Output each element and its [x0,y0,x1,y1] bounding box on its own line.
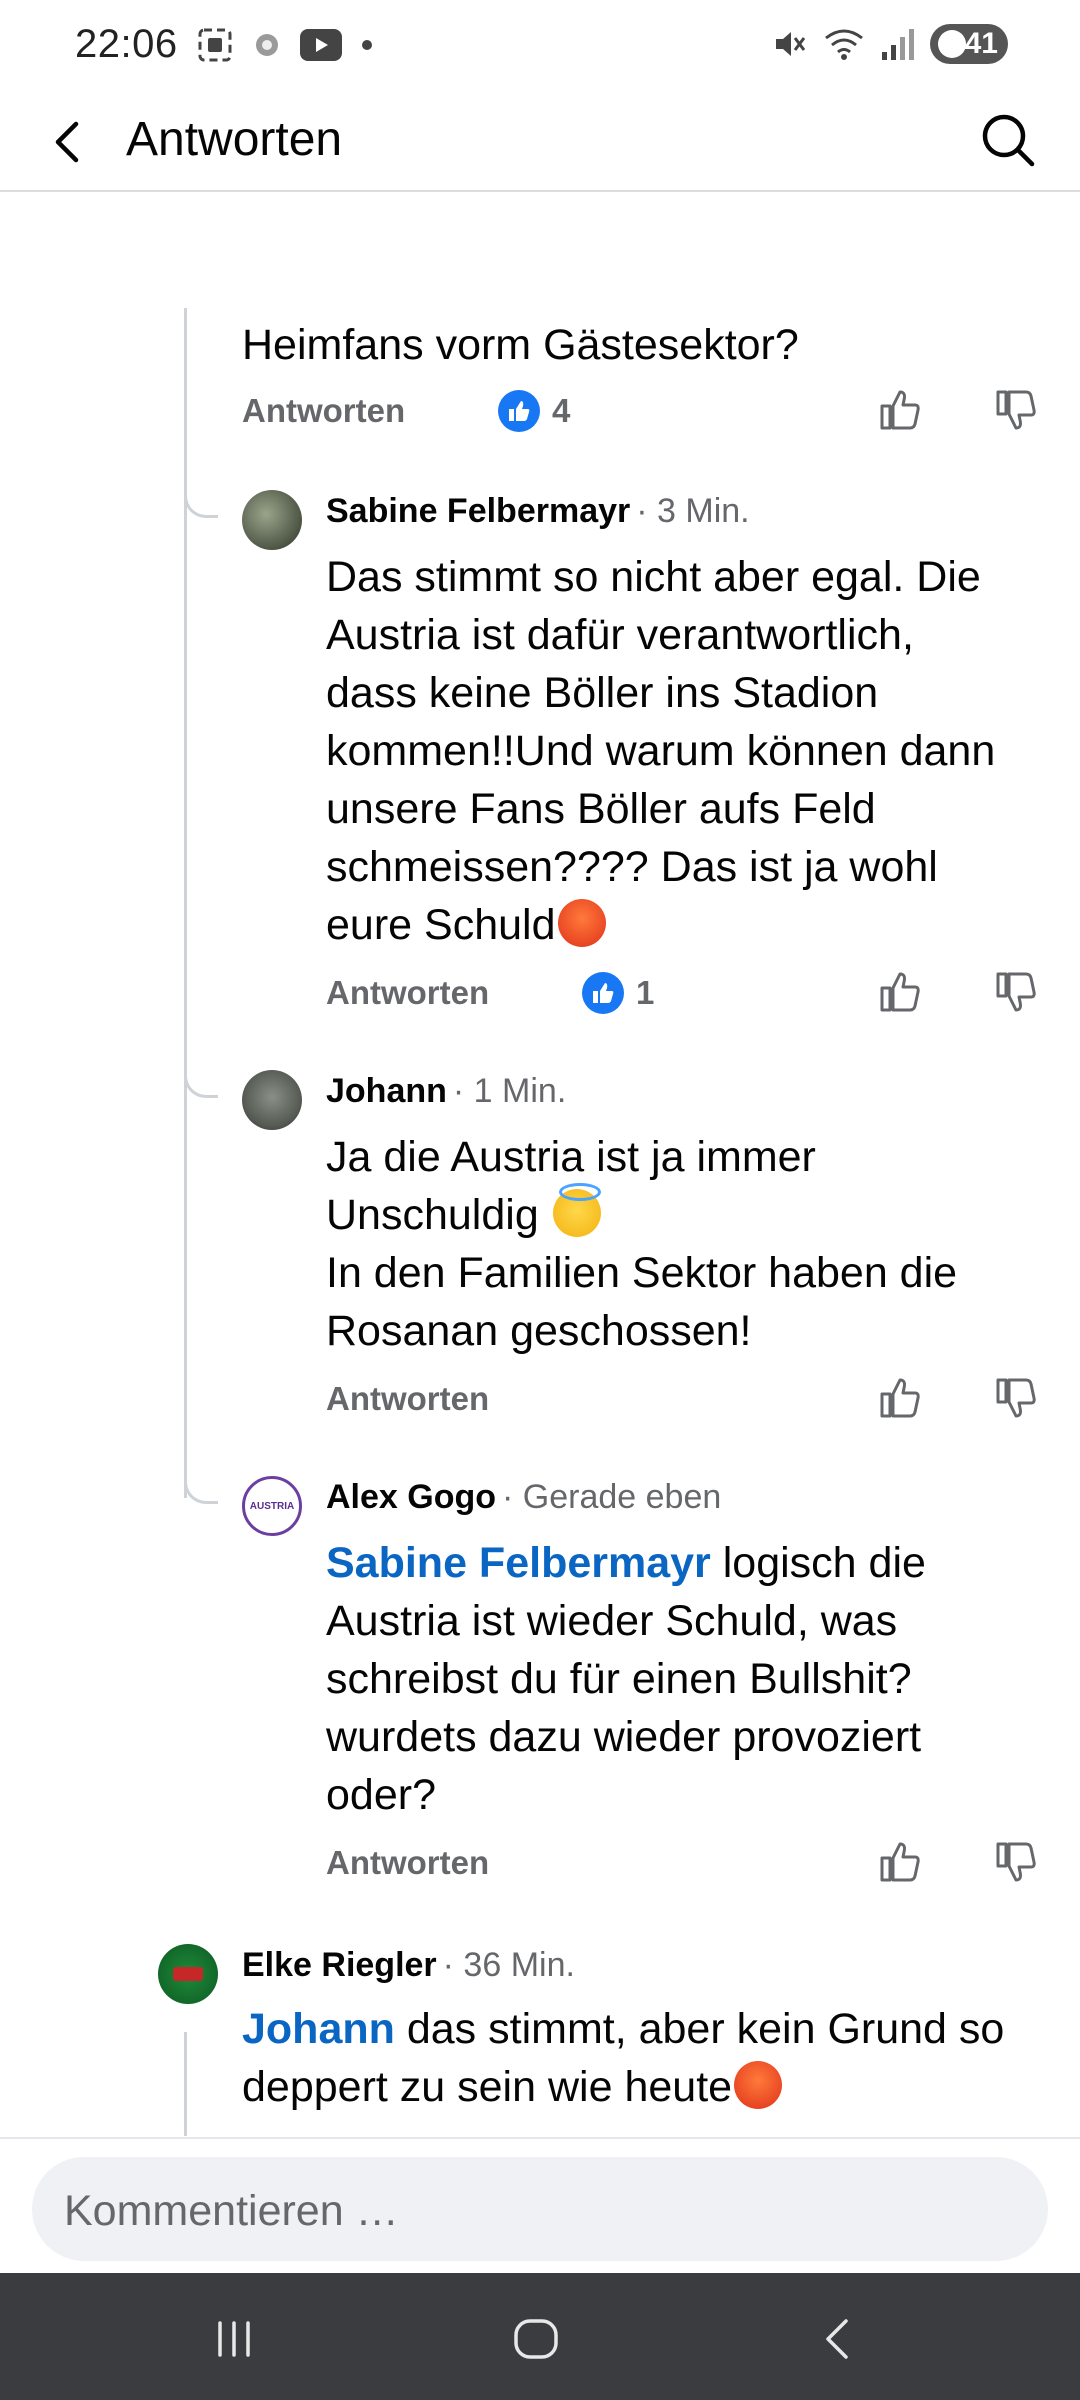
author-name[interactable]: Sabine Felbermayr [326,492,630,531]
avatar[interactable]: AUSTRIA [242,1476,302,1536]
author-name[interactable]: Johann [326,1072,447,1111]
youtube-icon [300,29,342,61]
comment-header: Alex Gogo · Gerade eben [326,1478,721,1517]
reaction-count: 4 [552,392,571,429]
search-icon[interactable] [974,106,1042,174]
home-icon[interactable] [506,2309,566,2369]
reply-button[interactable]: Antworten [326,974,489,1012]
header-bar: Antworten [0,92,1080,192]
downvote-icon[interactable] [992,386,1040,434]
battery-icon: 41 [930,24,1008,64]
comment-text: Johann das stimmt, aber kein Grund so de… [242,2005,1005,2111]
comment-text: Ja die Austria ist ja immer Unschuldig I… [326,1133,958,1355]
comment-time: · Gerade eben [502,1478,722,1516]
comment-actions: Antworten [326,1372,1080,1432]
comment-header: Sabine Felbermayr · 3 Min. [326,492,750,531]
comment-header: Elke Riegler · 36 Min. [242,1946,575,1985]
comment-time: · 36 Min. [442,1946,575,1984]
comment-time: · 1 Min. [452,1072,567,1110]
comment-time: · 3 Min. [636,492,750,530]
comment-input-placeholder: Kommentieren … [64,2187,399,2235]
downvote-icon[interactable] [992,1374,1040,1422]
battery-level: 41 [964,27,998,60]
comment-text: Sabine Felbermayr logisch die Austria is… [326,1539,926,1819]
reply-button[interactable]: Antworten [326,1844,489,1882]
comment-input[interactable]: Kommentieren … [32,2157,1048,2261]
upvote-icon[interactable] [876,1838,924,1886]
thread-connector [184,494,218,518]
screenshot-icon [198,28,232,62]
recent-apps-icon[interactable] [204,2309,264,2369]
status-left-icons [196,26,374,64]
comment-text: Heimfans vorm Gästesektor? [242,321,799,369]
comment-text: Das stimmt so nicht aber egal. Die Austr… [326,553,996,949]
avatar[interactable] [158,1944,218,2004]
chevron-left-icon[interactable] [38,110,102,174]
smiling-face-with-halo-emoji [552,1183,601,1237]
thread-connector [184,1480,218,1504]
upvote-icon[interactable] [876,386,924,434]
comment-thread: Heimfans vorm Gästesektor? Antworten 4 S… [0,194,1080,2136]
thread-line [184,2032,187,2136]
power-saving-icon [938,30,966,58]
thread-connector [184,1074,218,1098]
mention-link[interactable]: Sabine Felbermayr [326,1539,711,1587]
mention-link[interactable]: Johann [242,2005,395,2053]
dot-icon [362,40,372,50]
reaction-summary[interactable]: 4 [498,390,570,432]
reaction-count: 1 [636,974,655,1011]
thread-line [184,308,187,1498]
downvote-icon[interactable] [992,1838,1040,1886]
mute-icon [776,32,806,56]
angry-face-emoji [557,899,606,947]
like-reaction-icon [498,390,540,432]
status-time: 22:06 [75,22,178,66]
club-logo-icon [173,1967,203,1981]
upvote-icon[interactable] [876,968,924,1016]
upvote-icon[interactable] [876,1374,924,1422]
status-right-icons: 41 [772,24,1008,64]
reply-button[interactable]: Antworten [326,1380,489,1418]
avatar[interactable] [242,1070,302,1130]
avatar[interactable] [242,490,302,550]
page-title: Antworten [126,113,343,166]
reply-button[interactable]: Antworten [242,392,405,430]
settings-dot-icon [256,34,278,56]
downvote-icon[interactable] [992,968,1040,1016]
system-navigation-bar [0,2273,1080,2400]
comment-composer-bar: Kommentieren … [0,2137,1080,2273]
author-name[interactable]: Elke Riegler [242,1946,437,1985]
wifi-icon [825,29,863,60]
back-icon[interactable] [808,2309,868,2369]
comment-actions: Antworten 1 [326,966,1080,1026]
reaction-summary[interactable]: 1 [582,972,654,1014]
author-name[interactable]: Alex Gogo [326,1478,496,1517]
comment-actions: Antworten [326,1836,1080,1896]
comment-header: Johann · 1 Min. [326,1072,566,1111]
status-bar: 22:06 41 [0,0,1080,92]
signal-icon [882,29,914,60]
angry-face-emoji [734,2061,783,2109]
like-reaction-icon [582,972,624,1014]
